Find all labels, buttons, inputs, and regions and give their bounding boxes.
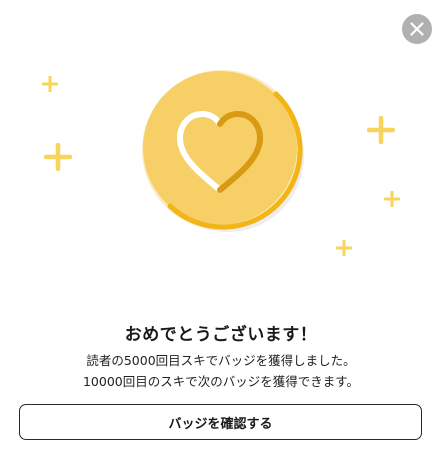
sparkle-icon [44, 143, 72, 171]
close-button[interactable] [402, 14, 432, 44]
sparkle-icon [42, 76, 58, 92]
close-icon [410, 22, 424, 36]
next-goal-message: 10000回目のスキで次のバッジを獲得できます。 [82, 374, 359, 389]
sparkle-icon [336, 240, 352, 256]
badge-coin [142, 70, 304, 232]
sparkle-icon [384, 191, 400, 207]
view-badge-button[interactable]: バッジを確認する [19, 404, 422, 440]
sparkle-icon [367, 116, 395, 144]
dialog-title: おめでとうございます！ [124, 325, 318, 345]
badge-earned-dialog: おめでとうございます！ 読者の5000回目スキでバッジを獲得しました。 1000… [0, 0, 442, 457]
achievement-message: 読者の5000回目スキでバッジを獲得しました。 [86, 353, 356, 368]
